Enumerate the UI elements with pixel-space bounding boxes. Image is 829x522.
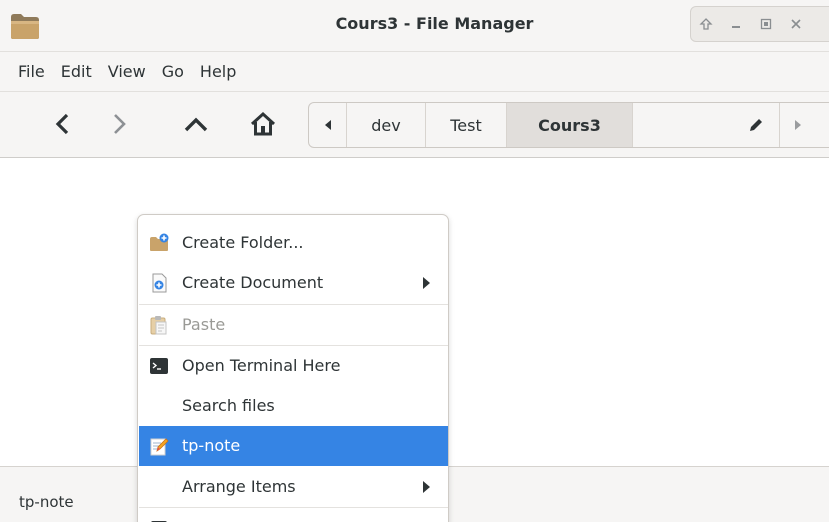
pencil-icon xyxy=(750,119,762,131)
minimize-icon xyxy=(732,26,740,28)
chevron-right-icon xyxy=(114,114,126,134)
path-segment-test[interactable]: Test xyxy=(426,103,507,147)
menu-item-open-terminal[interactable]: Open Terminal Here xyxy=(139,346,448,386)
edit-location-button[interactable] xyxy=(633,103,780,147)
menu-file[interactable]: File xyxy=(10,62,53,81)
menu-item-search-files[interactable]: Search files xyxy=(139,386,448,426)
home-button[interactable] xyxy=(242,104,284,144)
path-scroll-left-button[interactable] xyxy=(309,103,347,147)
menu-item-label: Create Document xyxy=(182,273,324,292)
menu-bar: File Edit View Go Help xyxy=(0,52,829,92)
minimize-button[interactable] xyxy=(721,9,751,39)
chevron-up-icon xyxy=(184,117,208,132)
menu-help[interactable]: Help xyxy=(192,62,244,81)
menu-item-label: Search files xyxy=(182,396,275,415)
terminal-icon xyxy=(150,358,168,374)
maximize-button[interactable] xyxy=(751,9,781,39)
home-icon xyxy=(250,111,276,136)
status-text: tp-note xyxy=(19,493,74,511)
app-icon xyxy=(151,521,167,522)
menu-item-tp-note[interactable]: tp-note xyxy=(139,426,448,466)
window-controls xyxy=(690,6,829,42)
menu-item-create-document[interactable]: Create Document xyxy=(139,263,448,303)
triangle-right-icon xyxy=(794,120,801,130)
menu-item-label: Paste xyxy=(182,315,226,334)
path-bar: dev Test Cours3 xyxy=(308,102,829,148)
menu-edit[interactable]: Edit xyxy=(53,62,100,81)
menu-item-arrange-items[interactable]: Arrange Items xyxy=(139,467,448,507)
path-segment-cours3[interactable]: Cours3 xyxy=(507,103,633,147)
chevron-left-icon xyxy=(55,113,69,135)
menu-item-paste: Paste xyxy=(139,305,448,345)
submenu-arrow-icon xyxy=(423,481,430,493)
menu-view[interactable]: View xyxy=(100,62,154,81)
arrow-up-icon xyxy=(699,18,713,30)
folder-new-icon xyxy=(150,233,169,251)
context-menu: Create Folder... Create Document Paste O… xyxy=(137,214,449,522)
menu-item-create-folder[interactable]: Create Folder... xyxy=(139,223,448,263)
clipboard-icon xyxy=(150,316,167,335)
maximize-icon xyxy=(760,18,772,30)
menu-go[interactable]: Go xyxy=(154,62,192,81)
triangle-left-icon xyxy=(324,120,331,130)
close-button[interactable] xyxy=(781,9,811,39)
path-segment-dev[interactable]: dev xyxy=(347,103,426,147)
submenu-arrow-icon xyxy=(423,277,430,289)
up-button[interactable] xyxy=(175,104,217,144)
menu-item-label: Arrange Items xyxy=(182,477,296,496)
forward-button[interactable] xyxy=(98,104,140,144)
close-icon xyxy=(791,19,801,29)
title-bar: Cours3 - File Manager xyxy=(0,0,829,52)
toolbar: dev Test Cours3 xyxy=(0,92,829,158)
menu-item-label: Create Folder... xyxy=(182,233,304,252)
menu-item-label: tp-note xyxy=(182,436,241,455)
menu-item-label: Open Terminal Here xyxy=(182,356,341,375)
path-scroll-right-button[interactable] xyxy=(780,103,815,147)
back-button[interactable] xyxy=(42,104,84,144)
menu-item-partial[interactable] xyxy=(139,508,448,522)
note-edit-icon xyxy=(150,438,169,456)
document-new-icon xyxy=(152,273,167,293)
roll-up-button[interactable] xyxy=(691,9,721,39)
